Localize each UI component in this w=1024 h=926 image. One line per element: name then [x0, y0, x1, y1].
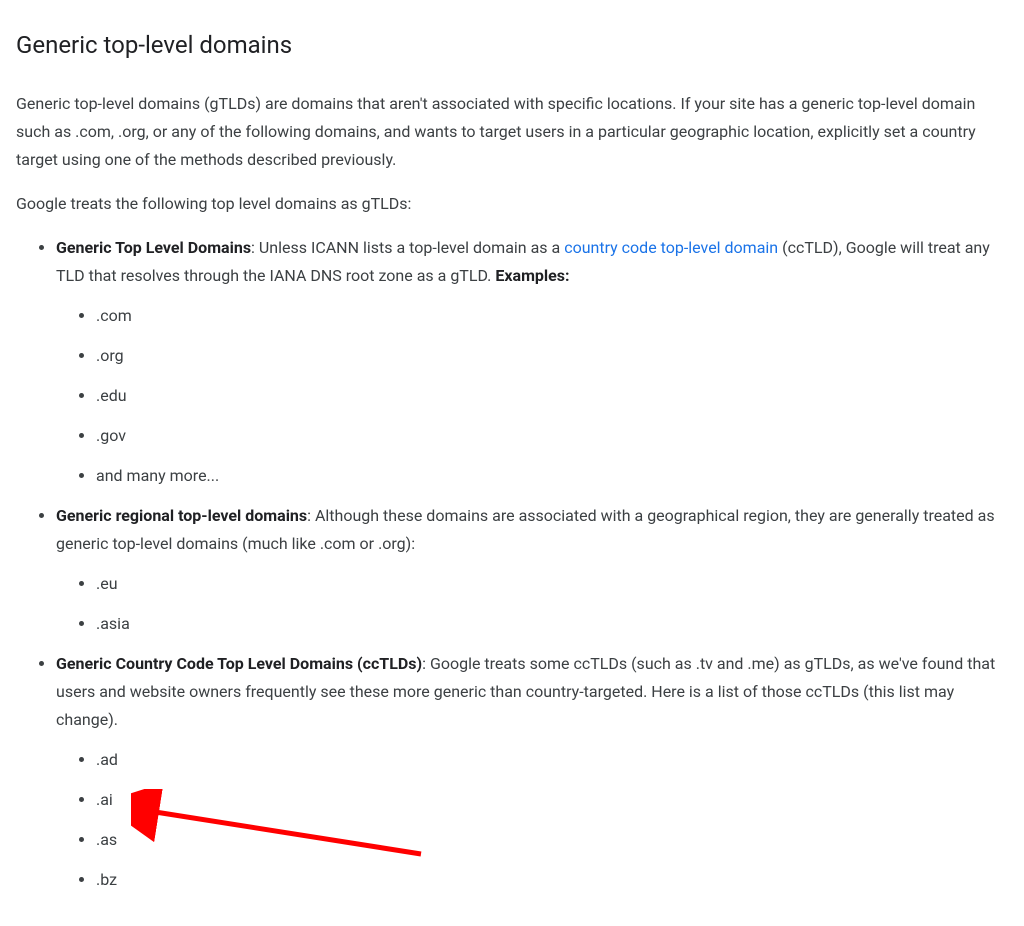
- list-item: .asia: [96, 610, 1008, 638]
- list-item-regional: Generic regional top-level domains: Alth…: [56, 502, 1008, 638]
- regional-title: Generic regional top-level domains: [56, 506, 307, 525]
- lead-in-text: Google treats the following top level do…: [16, 190, 1008, 218]
- cctld-title: Generic Country Code Top Level Domains (…: [56, 654, 422, 673]
- list-item: .com: [96, 302, 1008, 330]
- main-list: Generic Top Level Domains: Unless ICANN …: [16, 234, 1008, 894]
- list-item: .ai: [96, 786, 1008, 814]
- list-item: and many more...: [96, 462, 1008, 490]
- list-item: .org: [96, 342, 1008, 370]
- list-item: .eu: [96, 570, 1008, 598]
- list-item-gtld: Generic Top Level Domains: Unless ICANN …: [56, 234, 1008, 490]
- list-item: .ad: [96, 746, 1008, 774]
- cctld-link[interactable]: country code top-level domain: [564, 238, 778, 257]
- list-item: .gov: [96, 422, 1008, 450]
- regional-examples-list: .eu .asia: [56, 570, 1008, 638]
- gtld-title: Generic Top Level Domains: [56, 238, 251, 257]
- list-item: .as: [96, 826, 1008, 854]
- gtld-desc-before: : Unless ICANN lists a top-level domain …: [251, 238, 564, 257]
- examples-label: Examples:: [495, 266, 569, 285]
- list-item-cctld: Generic Country Code Top Level Domains (…: [56, 650, 1008, 894]
- cctld-examples-list: .ad .ai .as .bz: [56, 746, 1008, 894]
- list-item: .bz: [96, 866, 1008, 894]
- page-heading: Generic top-level domains: [16, 24, 1008, 66]
- gtld-examples-list: .com .org .edu .gov and many more...: [56, 302, 1008, 490]
- intro-paragraph: Generic top-level domains (gTLDs) are do…: [16, 90, 1008, 174]
- list-item: .edu: [96, 382, 1008, 410]
